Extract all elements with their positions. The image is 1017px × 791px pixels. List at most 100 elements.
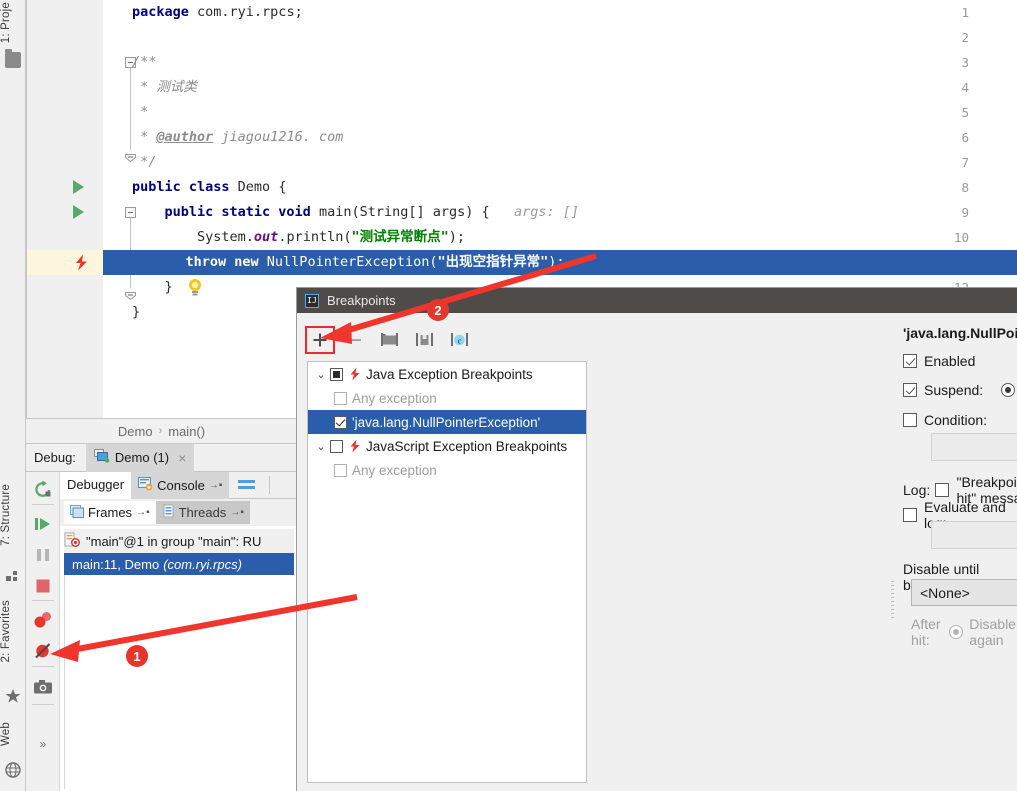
checkbox[interactable]	[330, 367, 343, 381]
view-breakpoints-icon[interactable]	[33, 610, 53, 630]
remove-breakpoint-button[interactable]	[340, 326, 370, 354]
thread-row-label: "main"@1 in group "main": RU	[86, 533, 262, 549]
code-line-8: public class Demo {	[132, 179, 287, 195]
subtab-frames[interactable]: Frames →▪	[64, 501, 156, 524]
sidebar-item-project[interactable]: 1: Proje	[0, 2, 26, 43]
subtab-threads[interactable]: Threads →▪	[155, 501, 250, 524]
condition-row[interactable]: Condition:	[903, 412, 987, 428]
get-thread-dump-icon[interactable]	[33, 677, 53, 697]
tree-row-js-any-exception[interactable]: Any exception	[308, 458, 586, 482]
editor-gutter[interactable]	[27, 0, 103, 418]
condition-input[interactable]	[931, 433, 1017, 461]
ide-window: 1: Proje 7: Structure 2: Favorites Web 1…	[0, 0, 1017, 791]
group-by-class-button[interactable]: c	[445, 326, 475, 354]
annotation-badge-2: 2	[427, 299, 449, 321]
add-breakpoint-button[interactable]	[305, 326, 335, 354]
threads-icon	[162, 504, 175, 521]
pin-icon[interactable]: →▪	[136, 507, 150, 518]
svg-text:c: c	[458, 335, 462, 345]
code-line-10: System.out.println("测试异常断点");	[132, 229, 465, 245]
intellij-logo-icon: IJ	[305, 293, 319, 308]
breadcrumb[interactable]: Demo › main()	[26, 418, 297, 444]
tab-debugger-label: Debugger	[67, 477, 125, 492]
dialog-body: c ⌄ Java Exception Breakpoints Any excep…	[297, 313, 1017, 791]
more-actions-icon[interactable]: »	[33, 734, 53, 754]
frame-location: main:11, Demo	[72, 556, 160, 572]
tab-console-label: Console	[157, 477, 205, 493]
frames-list[interactable]	[64, 575, 294, 789]
structure-icon	[5, 568, 21, 584]
dialog-title: Breakpoints	[327, 293, 396, 308]
suspend-row[interactable]: Suspend: All Thread	[903, 382, 1017, 398]
resume-program-icon[interactable]	[33, 514, 53, 534]
code-line-7: */	[132, 154, 157, 170]
enabled-row[interactable]: Enabled	[903, 353, 975, 369]
tab-console[interactable]: Console →▪	[131, 471, 230, 499]
tree-row-javascript-exception-group[interactable]: ⌄ JavaScript Exception Breakpoints	[308, 434, 586, 458]
checkbox[interactable]	[334, 415, 347, 429]
code-line-9: public static void main(String[] args) {…	[132, 204, 580, 220]
structure-tab-label: 7: Structure	[0, 484, 12, 546]
checkbox[interactable]	[334, 463, 347, 477]
debug-session-tab[interactable]: Demo (1) ×	[85, 443, 195, 472]
pause-program-icon[interactable]	[33, 545, 53, 565]
tabrow-divider	[269, 476, 271, 494]
stop-icon[interactable]	[33, 576, 53, 596]
pin-icon[interactable]: →▪	[209, 480, 223, 491]
exception-breakpoint-gutter-icon[interactable]	[73, 254, 90, 271]
debug-main-area: Debugger Console →▪ Frames →▪ Threads →▪…	[60, 471, 296, 791]
thread-selector[interactable]: "main"@1 in group "main": RU	[64, 529, 294, 553]
suspend-all-radio[interactable]	[1001, 383, 1016, 397]
frame-package: (com.ryi.rpcs)	[163, 556, 242, 572]
annotation-badge-1: 1	[126, 645, 148, 667]
tree-row-label: Java Exception Breakpoints	[366, 366, 533, 382]
dialog-splitter[interactable]	[889, 313, 895, 791]
condition-label: Condition:	[924, 412, 988, 428]
log-message-checkbox[interactable]	[935, 483, 950, 497]
sidebar-item-favorites[interactable]: 2: Favorites	[0, 600, 26, 662]
code-line-6: * @author jiagou1216. com	[132, 129, 344, 145]
console-icon	[138, 476, 153, 494]
chevron-down-icon[interactable]: ⌄	[312, 440, 330, 453]
tab-debugger[interactable]: Debugger	[60, 471, 132, 499]
disable-until-dropdown[interactable]: <None> ⌄	[911, 579, 1017, 606]
breakpoints-tree[interactable]: ⌄ Java Exception Breakpoints Any excepti…	[307, 361, 587, 783]
group-by-folder-button[interactable]	[375, 326, 405, 354]
after-hit-disable-again-radio	[949, 625, 964, 639]
after-hit-disable-again-label: Disable again	[969, 616, 1016, 648]
frames-icon	[70, 504, 84, 521]
evaluate-and-log-checkbox[interactable]	[903, 508, 917, 522]
frame-row-selected[interactable]: main:11, Demo (com.ryi.rpcs)	[64, 553, 294, 575]
layout-settings-icon[interactable]	[229, 472, 265, 499]
rerun-icon[interactable]	[33, 480, 53, 500]
mute-breakpoints-icon[interactable]	[33, 641, 53, 661]
exception-breakpoint-icon	[348, 439, 362, 453]
suspend-checkbox[interactable]	[903, 383, 917, 397]
chevron-down-icon[interactable]: ⌄	[312, 368, 330, 381]
run-method-gutter-icon[interactable]	[73, 205, 84, 219]
intention-bulb-icon[interactable]	[105, 253, 202, 296]
condition-checkbox[interactable]	[903, 413, 917, 427]
breadcrumb-method[interactable]: main()	[168, 424, 205, 439]
close-icon[interactable]: ×	[178, 450, 186, 466]
save-to-file-button[interactable]	[410, 326, 440, 354]
dialog-title-bar: IJ Breakpoints	[297, 288, 1017, 313]
enabled-checkbox[interactable]	[903, 354, 917, 368]
breakpoints-toolbar: c	[305, 325, 585, 355]
breadcrumb-class[interactable]: Demo	[118, 424, 153, 439]
debug-subtab-row: Frames →▪ Threads →▪	[60, 499, 296, 526]
tree-row-java-any-exception[interactable]: Any exception	[308, 386, 586, 410]
tree-row-java-exception-group[interactable]: ⌄ Java Exception Breakpoints	[308, 362, 586, 386]
subtab-frames-label: Frames	[88, 505, 133, 520]
sidebar-item-structure[interactable]: 7: Structure	[0, 484, 26, 546]
sidebar-item-web[interactable]: Web	[0, 722, 26, 746]
pin-icon[interactable]: →▪	[230, 507, 244, 518]
checkbox[interactable]	[330, 439, 343, 453]
run-class-gutter-icon[interactable]	[73, 180, 84, 194]
tree-row-nullpointerexception[interactable]: 'java.lang.NullPointerException'	[308, 410, 586, 434]
code-line-3: /**	[132, 54, 157, 70]
subtab-threads-label: Threads	[178, 505, 227, 520]
breakpoint-detail-title: 'java.lang.NullPointerException'	[903, 325, 1017, 341]
checkbox[interactable]	[334, 391, 347, 405]
evaluate-and-log-input[interactable]: ⤢ ⌄	[931, 521, 1017, 549]
